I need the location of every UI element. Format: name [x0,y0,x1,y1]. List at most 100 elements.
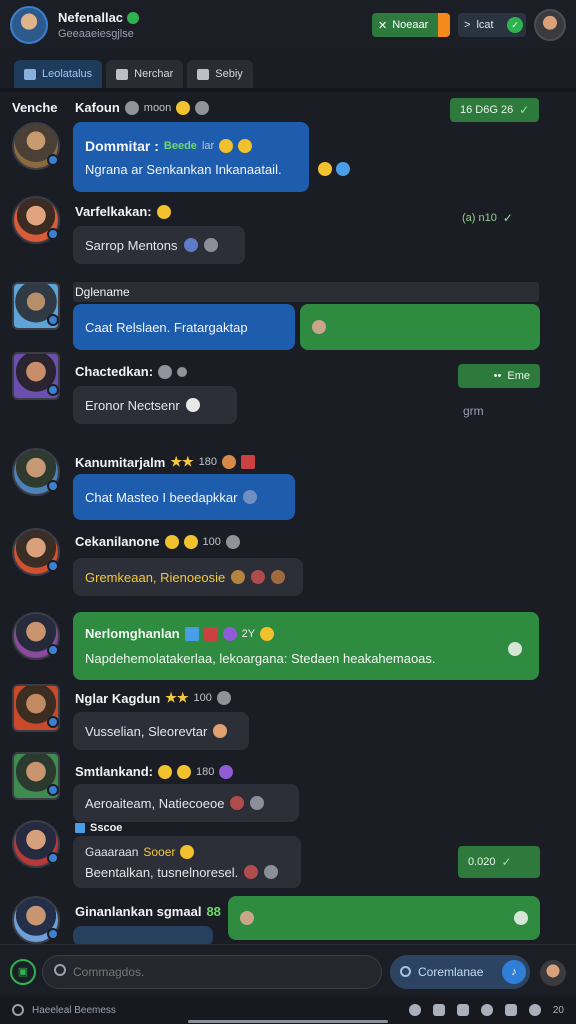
message-bubble[interactable]: Eronor Nectsenr [73,386,237,424]
media-bubble[interactable] [228,896,540,940]
emoji-icon [176,100,191,115]
people-icon[interactable] [408,1004,421,1016]
message-prefix: Gaaaraan [85,844,139,859]
app-title-text: Nefenallac [58,10,124,25]
tab-settings[interactable]: Sebiy [187,60,253,88]
avatar[interactable] [12,196,60,244]
message-row[interactable]: Dglename Caat Relslaen. Fratargaktap [0,282,576,352]
timestamp-text: 0.020 [468,856,496,868]
avatar[interactable] [12,282,60,330]
tab-channels[interactable]: Leolatalus [14,60,103,88]
emoji-icon [195,100,210,115]
timestamp-chip: 0.020 ✓ [458,846,540,878]
emoji-icon [158,764,173,779]
tab-search[interactable]: Nerchar [106,60,184,88]
mail-icon[interactable] [504,1004,517,1016]
message-bubble[interactable] [73,926,213,944]
message-author: Varfelkakan: [75,204,171,219]
reaction-icon[interactable] [336,162,350,176]
message-bubble[interactable]: Chat Masteo I beedapkkar [73,474,295,520]
sender-name: Kafoun moon [75,100,210,115]
user-avatar[interactable] [540,960,566,986]
tab-label: Leolatalus [42,68,93,80]
author-name: Chactedkan: [75,364,154,379]
avatar[interactable] [12,448,60,496]
message-bubble[interactable]: Vusselian, Sleorevtar [73,712,249,750]
emoji-icon [222,626,237,641]
message-text: Aeroaiteam, Natiecoeoe [85,795,225,811]
emoji-icon [219,764,234,779]
camera-icon[interactable] [432,1004,445,1016]
message-row[interactable]: Varfelkakan: Sarrop Mentons (a) n10 ✓ [0,196,576,266]
message-bubble[interactable]: Aeroaiteam, Natiecoeoe [73,784,299,822]
app-title: Nefenallac [58,10,140,25]
timestamp-chip: 16 D6G 26 ✓ [450,98,540,122]
message-composer: ▣ Coremlanae ♪ [0,944,576,996]
moderator-button[interactable]: ✕ Noeaar [372,13,450,37]
gear-icon[interactable] [12,1004,24,1016]
user-icon[interactable] [528,1004,541,1016]
author-meta: 2Y [241,627,256,640]
chevron-right-icon: > [464,19,471,31]
message-row[interactable]: Chactedkan: Eronor Nectsenr •• Eme grm [0,352,576,432]
avatar[interactable] [12,352,60,400]
mic-icon[interactable]: ♪ [502,960,526,984]
message-input[interactable] [42,955,382,989]
reaction-icon[interactable] [514,911,528,925]
message-author: Cekanilanone 100 [75,534,240,549]
gamepad-icon[interactable] [456,1004,469,1016]
status-icon [47,644,59,656]
globe-icon [183,238,198,252]
share-button[interactable]: > lcat ✓ [458,13,526,37]
author-name: Varfelkakan: [75,204,152,219]
apps-icon[interactable]: ▣ [10,959,36,985]
message-bubble[interactable]: Sarrop Mentons [73,226,245,264]
chat-icon[interactable] [480,1004,493,1016]
message-row[interactable]: Nerlomghanlan 2Y Napdehemolatakerlaa, le… [0,612,576,690]
dots-icon: •• [493,370,502,382]
status-icon [47,154,59,166]
message-row[interactable]: Cekanilanone 100 Gremkeaan, Rienoeosie [0,528,576,598]
channel-avatar[interactable] [10,6,48,44]
message-author: Chactedkan: [75,364,188,379]
emoji-icon [180,844,195,859]
avatar[interactable] [12,896,60,944]
emoji-icon [230,796,245,810]
tab-bar: Leolatalus Nerchar Sebiy [14,60,253,88]
message-text: Vusselian, Sleorevtar [85,723,208,739]
reaction-icon[interactable] [318,162,332,176]
message-bubble[interactable]: Caat Relslaen. Fratargaktap [73,304,295,350]
message-author: Smtlankand: 180 [75,764,234,779]
reaction-icon[interactable] [508,642,522,656]
avatar[interactable] [12,122,60,170]
message-row[interactable]: Ginanlankan sgmaal 88 [0,896,576,944]
author-meta: 180 [198,456,217,468]
chat-feed[interactable]: Venche Kafoun moon 16 D6G 26 ✓ Dommitar … [0,92,576,944]
avatar[interactable] [12,528,60,576]
emoji-icon [271,570,286,584]
author-name: Ginanlankan sgmaal [75,904,202,919]
message-bubble[interactable]: Gaaaraan Sooer Beentalkan, tusnelnoresel… [73,836,301,888]
message-text: Gremkeaan, Rienoeosie [85,569,226,585]
send-button[interactable]: Coremlanae ♪ [390,955,530,989]
message-bubble[interactable]: Gremkeaan, Rienoeosie [73,558,303,596]
avatar[interactable] [12,612,60,660]
author-meta: 88 [206,904,221,919]
message-bubble[interactable]: Dommitar : Beede lar Ngrana ar Senkankan… [73,122,309,192]
avatar[interactable] [12,684,60,732]
message-row[interactable]: Smtlankand: 180 Aeroaiteam, Natiecoeoe [0,752,576,822]
message-row[interactable]: Sscoe Gaaaraan Sooer Beentalkan, tusneln… [0,820,576,900]
message-text: Caat Relslaen. Fratargaktap [85,319,248,335]
user-avatar[interactable] [534,9,566,41]
check-icon: ✓ [502,211,513,225]
message-row[interactable]: Nglar Kagdun ★★ 100 Vusselian, Sleorevta… [0,684,576,754]
author-meta: 100 [193,692,212,704]
media-bubble[interactable] [300,304,540,350]
thread-header: Dglename [73,282,539,302]
avatar[interactable] [12,820,60,868]
message-bubble[interactable]: Nerlomghanlan 2Y Napdehemolatakerlaa, le… [73,612,539,680]
emoji-icon [216,691,231,705]
avatar[interactable] [12,752,60,800]
message-row[interactable]: Kanumitarjalm ★★ 180 Chat Masteo I beeda… [0,448,576,524]
app-header: Nefenallac Geeaaeiesgjlse ✕ Noeaar > lca… [0,0,576,50]
